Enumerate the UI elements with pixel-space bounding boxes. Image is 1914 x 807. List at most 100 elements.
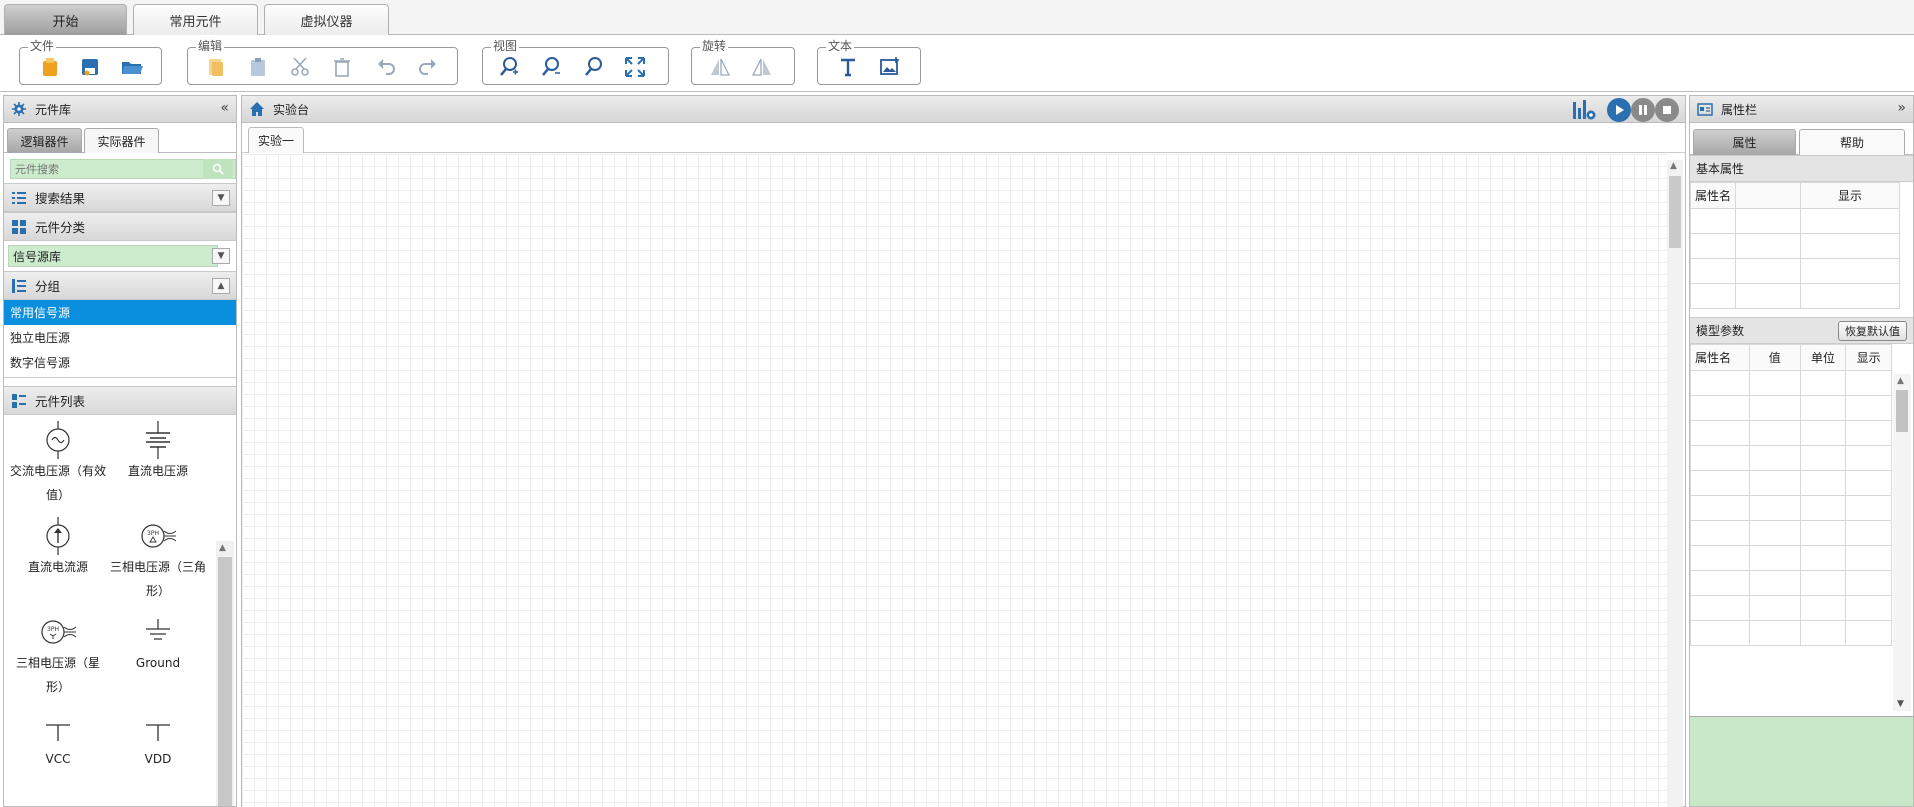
copy-icon	[209, 59, 223, 76]
group-section[interactable]: 分组 ▲	[4, 271, 236, 300]
parts-list-section: 元件列表	[4, 386, 236, 415]
group-item-digital[interactable]: 数字信号源	[4, 350, 236, 375]
part-ground[interactable]: Ground	[108, 613, 208, 675]
search-icon	[212, 163, 224, 175]
chevron-down-icon[interactable]: ▼	[212, 190, 230, 206]
ac-source-icon	[46, 421, 70, 459]
redo-button[interactable]	[414, 54, 442, 80]
scroll-up-icon[interactable]: ▲	[1670, 161, 1677, 171]
properties-icon	[1697, 101, 1713, 117]
ribbon-group-rotate: 旋转	[691, 39, 795, 85]
tab-real-devices[interactable]: 实际器件	[84, 128, 159, 153]
restore-defaults-button[interactable]: 恢复默认值	[1838, 321, 1907, 341]
insert-text-button[interactable]	[834, 54, 862, 80]
scroll-up-icon[interactable]: ▲	[1897, 376, 1904, 386]
zoom-fit-button[interactable]	[579, 54, 607, 80]
tab-experiment-1[interactable]: 实验一	[248, 127, 304, 153]
scroll-down-icon[interactable]: ▼	[1897, 699, 1904, 709]
table-row	[1690, 495, 1892, 521]
ribbon-toolbar: 文件 编辑 视图 旋转 文本	[0, 35, 1914, 92]
category-value: 信号源库	[8, 245, 218, 267]
part-ac-source[interactable]: 交流电压源（有效值）	[8, 421, 108, 507]
flip-vertical-button[interactable]	[748, 54, 776, 80]
ribbon-group-label: 文件	[28, 39, 57, 53]
tab-help[interactable]: 帮助	[1799, 129, 1905, 155]
table-row	[1690, 620, 1892, 646]
table-row	[1690, 520, 1892, 546]
text-icon	[841, 58, 855, 77]
part-dc-voltage[interactable]: 直流电压源	[108, 421, 208, 483]
category-select[interactable]: 信号源库 ▼	[4, 241, 236, 271]
part-three-phase-delta[interactable]: 3PH 三相电压源（三角形）	[108, 517, 208, 603]
panel-title: 属性栏	[1721, 102, 1758, 117]
tab-start[interactable]: 开始	[4, 4, 127, 35]
zoom-out-icon	[542, 57, 560, 76]
zoom-in-button[interactable]	[495, 54, 523, 80]
scroll-up-icon[interactable]: ▲	[219, 543, 226, 553]
delete-button[interactable]	[328, 54, 356, 80]
search-button[interactable]	[203, 159, 233, 179]
column-header: 属性名	[1690, 182, 1736, 209]
panel-title: 元件库	[35, 102, 72, 117]
open-button[interactable]	[118, 54, 146, 80]
canvas-scrollbar[interactable]: ▲	[1667, 160, 1683, 807]
zoom-fit-icon	[585, 57, 602, 76]
panel-header: 实验台	[242, 96, 1685, 123]
flip-horizontal-button[interactable]	[706, 54, 734, 80]
table-row	[1690, 283, 1901, 309]
analysis-settings-button[interactable]	[1571, 98, 1597, 125]
scrollbar-thumb[interactable]	[1669, 176, 1681, 248]
zoom-out-button[interactable]	[537, 54, 565, 80]
save-button[interactable]	[76, 54, 104, 80]
fullscreen-icon	[625, 57, 645, 77]
tab-common-components[interactable]: 常用元件	[133, 4, 258, 35]
part-dc-current[interactable]: 直流电流源	[8, 517, 108, 579]
chevron-down-icon[interactable]: ▼	[212, 248, 230, 264]
parts-scrollbar[interactable]: ▲	[216, 541, 234, 806]
basic-properties-header: 基本属性	[1690, 155, 1913, 182]
undo-button[interactable]	[372, 54, 400, 80]
column-header: 显示	[1845, 344, 1892, 371]
new-file-button[interactable]	[36, 54, 64, 80]
part-label: 三相电压源（三角形）	[109, 560, 206, 598]
scrollbar-thumb[interactable]	[1896, 390, 1908, 432]
part-vdd[interactable]: VDD	[108, 709, 208, 771]
paste-button[interactable]	[244, 54, 272, 80]
insert-image-button[interactable]	[876, 54, 904, 80]
group-item-independent-voltage[interactable]: 独立电压源	[4, 325, 236, 350]
vdd-icon	[146, 724, 170, 741]
group-item-common[interactable]: 常用信号源	[4, 300, 236, 325]
run-button[interactable]	[1607, 98, 1631, 122]
circuit-canvas[interactable]	[242, 154, 1667, 807]
fullscreen-button[interactable]	[621, 54, 649, 80]
expand-right-button[interactable]: »	[1897, 100, 1906, 116]
ribbon-group-file: 文件	[19, 39, 162, 85]
ribbon-group-label: 编辑	[196, 39, 225, 53]
table-row	[1690, 420, 1892, 446]
cut-button[interactable]	[286, 54, 314, 80]
tab-properties[interactable]: 属性	[1693, 129, 1796, 155]
params-scrollbar[interactable]: ▲ ▼	[1893, 374, 1911, 711]
category-section: 元件分类	[4, 212, 236, 241]
ribbon-group-label: 文本	[826, 39, 855, 53]
part-label: 直流电压源	[127, 464, 188, 478]
properties-panel: 属性栏 » 属性 帮助 基本属性 属性名 显示 模型参数 恢复默认值 属性名 值…	[1689, 95, 1914, 807]
search-results-section[interactable]: 搜索结果 ▼	[4, 183, 236, 212]
stop-button[interactable]	[1655, 98, 1679, 122]
scrollbar-thumb[interactable]	[218, 557, 232, 806]
table-row	[1690, 595, 1892, 621]
copy-button[interactable]	[202, 54, 230, 80]
table-row	[1690, 545, 1892, 571]
collapse-left-button[interactable]: «	[220, 100, 229, 116]
part-three-phase-star[interactable]: 3PH 三相电压源（星形）	[8, 613, 108, 699]
panel-title: 实验台	[273, 102, 310, 117]
table-row	[1690, 445, 1892, 471]
search-box	[4, 153, 236, 183]
tab-virtual-instruments[interactable]: 虚拟仪器	[264, 4, 389, 35]
part-vcc[interactable]: VCC	[8, 709, 108, 771]
tab-logic-devices[interactable]: 逻辑器件	[7, 128, 82, 153]
section-title: 分组	[35, 279, 61, 294]
group-list: 常用信号源 独立电压源 数字信号源	[4, 300, 236, 378]
chevron-up-icon[interactable]: ▲	[212, 278, 230, 294]
pause-button[interactable]	[1631, 98, 1655, 122]
